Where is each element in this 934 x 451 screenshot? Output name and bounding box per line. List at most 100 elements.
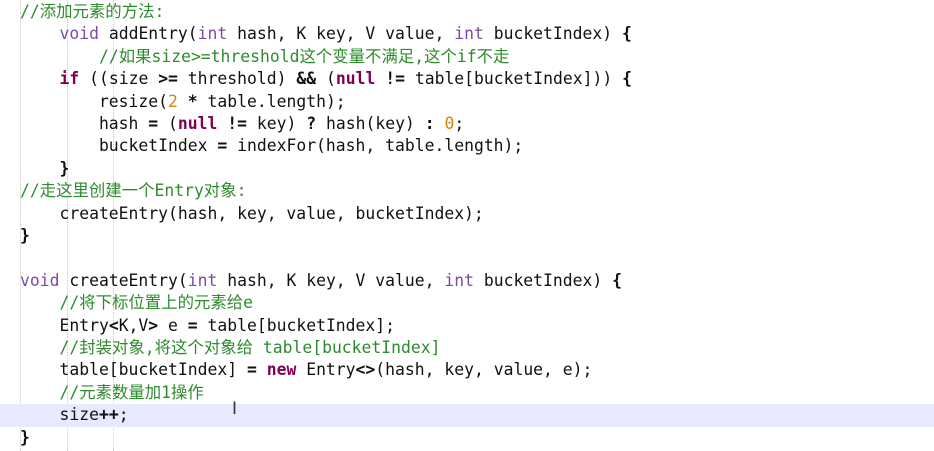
code-line[interactable]: //走这里创建一个Entry对象: bbox=[0, 180, 934, 202]
code-token: ; bbox=[454, 114, 465, 133]
code-token: <> bbox=[355, 360, 376, 380]
code-line[interactable]: if ((size >= threshold) && (null != tabl… bbox=[0, 68, 934, 90]
code-line[interactable]: size++; bbox=[0, 404, 934, 427]
code-token: bucketIndex) bbox=[483, 24, 622, 44]
code-token: ? bbox=[306, 114, 317, 133]
code-line[interactable]: hash = (null != key) ? hash(key) : 0; bbox=[0, 113, 934, 135]
code-token: != bbox=[227, 114, 248, 133]
code-token: hash, K key, V value, bbox=[227, 24, 455, 44]
code-token: != bbox=[385, 69, 405, 89]
code-token: * bbox=[187, 91, 198, 111]
code-token: hash bbox=[20, 114, 149, 133]
code-token: e bbox=[158, 315, 188, 335]
code-token: ; bbox=[118, 405, 129, 425]
code-token: table[bucketIndex])) bbox=[404, 69, 623, 89]
code-token: table[bucketIndex] bbox=[20, 360, 247, 380]
code-token: 0 bbox=[444, 114, 455, 133]
code-line[interactable]: Entry<K,V> e = table[bucketIndex]; bbox=[0, 315, 934, 337]
code-editor[interactable]: //添加元素的方法: void addEntry(int hash, K key… bbox=[0, 0, 934, 451]
code-token: //走这里创建一个Entry对象: bbox=[20, 181, 247, 201]
code-token: < bbox=[108, 315, 119, 335]
code-token: > bbox=[148, 315, 159, 335]
code-token: = bbox=[246, 360, 257, 380]
code-line[interactable]: resize(2 * table.length); bbox=[0, 91, 934, 113]
code-token: table[bucketIndex]; bbox=[197, 315, 396, 335]
code-token: = bbox=[187, 315, 198, 335]
code-token: } bbox=[20, 427, 30, 447]
code-line[interactable]: void addEntry(int hash, K key, V value, … bbox=[0, 23, 934, 45]
code-line[interactable]: //将下标位置上的元素给e bbox=[0, 292, 934, 314]
code-token: //元素数量加1操作 bbox=[59, 382, 204, 402]
code-line[interactable]: } bbox=[0, 427, 934, 449]
code-token: void bbox=[59, 24, 99, 44]
code-token: resize( bbox=[20, 91, 169, 111]
code-token: addEntry( bbox=[98, 24, 198, 44]
code-token: { bbox=[622, 24, 632, 44]
code-line[interactable]: //如果size>=threshold这个变量不满足,这个if不走 bbox=[0, 46, 934, 68]
code-token: { bbox=[622, 69, 632, 89]
code-token: bucketIndex bbox=[20, 136, 218, 156]
code-token: (hash, key, value, e); bbox=[375, 360, 593, 380]
code-token: table.length); bbox=[197, 91, 346, 111]
code-token: int bbox=[197, 24, 228, 44]
code-token: createEntry(hash, key, value, bucketInde… bbox=[20, 203, 484, 223]
code-token: threshold) bbox=[177, 69, 297, 89]
code-line[interactable]: //元素数量加1操作 bbox=[0, 382, 934, 404]
code-token: new bbox=[266, 360, 297, 380]
text-cursor-icon: I bbox=[232, 399, 238, 419]
code-token: //添加元素的方法: bbox=[20, 2, 165, 21]
code-line[interactable]: } bbox=[0, 225, 934, 247]
code-line[interactable]: void createEntry(int hash, K key, V valu… bbox=[0, 270, 934, 292]
code-token: int bbox=[444, 270, 474, 290]
code-token: if bbox=[59, 69, 80, 89]
code-token: size bbox=[20, 405, 99, 425]
code-line[interactable]: createEntry(hash, key, value, bucketInde… bbox=[0, 203, 934, 225]
code-token: indexFor(hash, table.length); bbox=[227, 136, 524, 156]
code-token: : bbox=[424, 114, 435, 133]
code-line[interactable]: //添加元素的方法: bbox=[0, 1, 934, 23]
code-token: ( bbox=[316, 69, 336, 89]
code-token: && bbox=[296, 69, 317, 89]
code-token: //将下标位置上的元素给e bbox=[59, 293, 253, 313]
code-token: null bbox=[177, 114, 218, 133]
code-token: key) bbox=[247, 114, 307, 133]
code-token: //如果size>=threshold这个变量不满足,这个if不走 bbox=[98, 46, 510, 66]
code-token: //封装对象,将这个对象给 table[bucketIndex] bbox=[59, 338, 441, 357]
code-token: >= bbox=[158, 69, 178, 89]
code-line[interactable]: table[bucketIndex] = new Entry<>(hash, k… bbox=[0, 359, 934, 381]
code-token: 2 bbox=[168, 91, 178, 111]
code-token: = bbox=[217, 136, 228, 156]
code-token: { bbox=[612, 270, 622, 290]
code-token: Entry bbox=[296, 360, 356, 380]
code-token: ++ bbox=[98, 405, 119, 425]
code-token: ((size bbox=[79, 69, 159, 89]
code-token: void bbox=[20, 270, 60, 290]
code-line[interactable]: //封装对象,将这个对象给 table[bucketIndex] bbox=[0, 337, 934, 359]
code-token: createEntry( bbox=[59, 270, 188, 290]
code-token: K,V bbox=[118, 315, 149, 335]
code-line[interactable]: bucketIndex = indexFor(hash, table.lengt… bbox=[0, 135, 934, 157]
code-line[interactable] bbox=[0, 247, 934, 269]
code-token: int bbox=[187, 270, 218, 290]
code-line[interactable]: } bbox=[0, 158, 934, 180]
code-token: } bbox=[20, 226, 30, 245]
code-token: ( bbox=[158, 114, 178, 133]
code-token: = bbox=[148, 114, 159, 133]
code-token: } bbox=[59, 158, 70, 178]
code-token: null bbox=[335, 69, 376, 89]
code-token: hash, K key, V value, bbox=[217, 270, 445, 290]
code-token: bucketIndex) bbox=[473, 270, 613, 290]
code-token: int bbox=[454, 24, 484, 44]
